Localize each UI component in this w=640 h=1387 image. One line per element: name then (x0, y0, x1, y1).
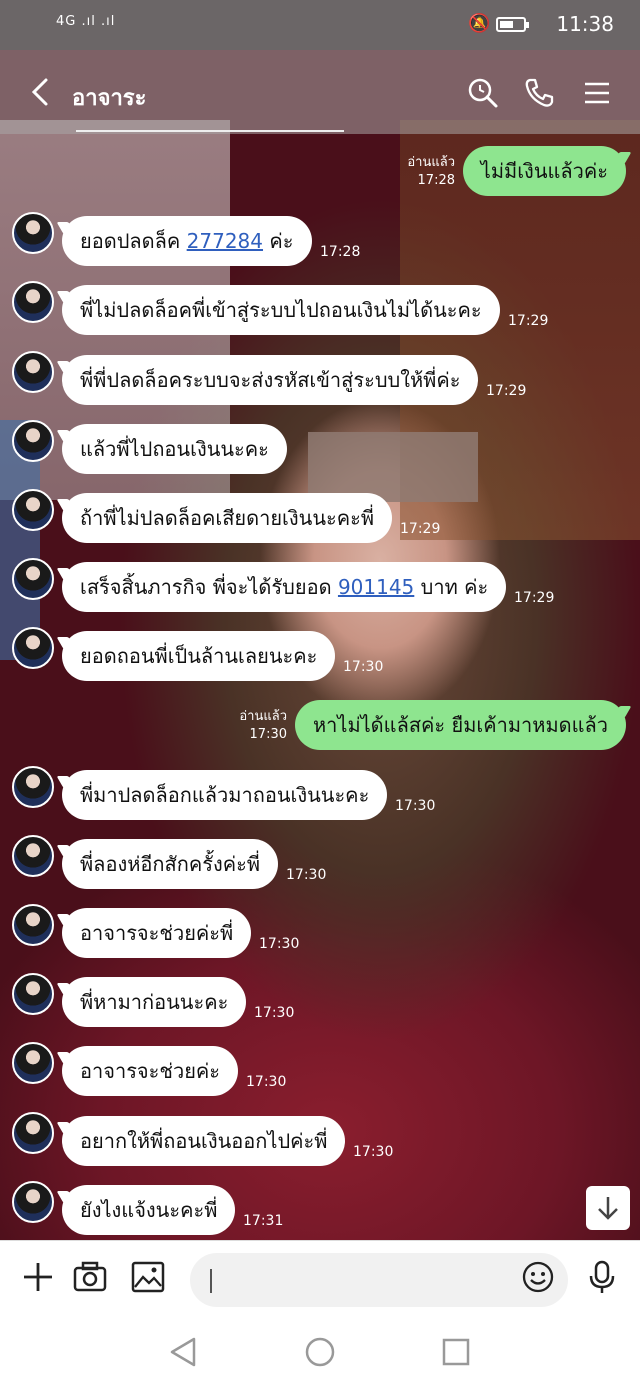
signal-indicator: 4G .ıl .ıl (56, 14, 116, 29)
message-link-number[interactable]: 277284 (187, 229, 263, 253)
avatar[interactable] (12, 973, 54, 1015)
message-input[interactable] (190, 1253, 568, 1307)
home-circle-icon[interactable] (302, 1334, 338, 1370)
avatar[interactable] (12, 766, 54, 808)
chat-header: อาจาระ (0, 50, 640, 134)
message-text: ยอดถอนพี่เป็นล้านเลยนะคะ (80, 644, 318, 668)
read-receipt: อ่านแล้ว (239, 709, 287, 724)
outgoing-message[interactable]: ไม่มีเงินแล้วค่ะ (462, 146, 626, 196)
message-time: 17:28 (417, 173, 455, 188)
message-text: อยากให้พี่ถอนเงินออกไปค่ะพี่ (80, 1129, 328, 1153)
message-text: ไม่มีเงินแล้วค่ะ (480, 159, 608, 183)
incoming-message[interactable]: อาจารจะช่วยค่ะพี่ (62, 908, 252, 958)
message-meta: อ่านแล้ว 17:28 (407, 154, 455, 190)
incoming-message[interactable]: พี่ไม่ปลดล็อคพี่เข้าสู่ระบบไปถอนเงินไม่ไ… (62, 285, 500, 335)
input-bar (0, 1240, 640, 1317)
message-time: 17:29 (514, 590, 555, 606)
incoming-message[interactable]: พี่พี่ปลดล็อคระบบจะส่งรหัสเข้าสู่ระบบให้… (62, 355, 479, 405)
message-text: พี่ไม่ปลดล็อคพี่เข้าสู่ระบบไปถอนเงินไม่ไ… (80, 298, 482, 322)
avatar[interactable] (12, 558, 54, 600)
recents-square-icon[interactable] (438, 1334, 474, 1370)
incoming-message[interactable]: พี่ลองห่อีกสักครั้งค่ะพี่ (62, 839, 279, 889)
mute-bell-icon: 🔕 (468, 13, 491, 34)
avatar[interactable] (12, 420, 54, 462)
message-text: หาไม่ได้แล้สค่ะ ยืมเค้ามาหมดแล้ว (312, 713, 608, 737)
incoming-message[interactable]: ยังไงแจ้งนะคะพี่ (62, 1185, 236, 1235)
message-text: อาจารจะช่วยค่ะ (80, 1059, 221, 1083)
avatar[interactable] (12, 281, 54, 323)
camera-icon[interactable] (72, 1259, 108, 1295)
message-text: พี่หามาก่อนนะคะ (80, 990, 229, 1014)
incoming-message[interactable]: พี่หามาก่อนนะคะ (62, 977, 247, 1027)
search-icon[interactable] (466, 76, 500, 110)
message-meta: อ่านแล้ว 17:30 (239, 708, 287, 744)
battery-icon (496, 17, 529, 32)
avatar[interactable] (12, 489, 54, 531)
message-text: บาท ค่ะ (414, 575, 489, 599)
message-time: 17:29 (508, 313, 549, 329)
message-link-number[interactable]: 901145 (338, 575, 414, 599)
avatar[interactable] (12, 627, 54, 669)
message-time: 17:30 (246, 1074, 287, 1090)
message-text: พี่พี่ปลดล็อคระบบจะส่งรหัสเข้าสู่ระบบให้… (80, 368, 461, 392)
incoming-message[interactable]: พี่มาปลดล็อกแล้วมาถอนเงินนะคะ (62, 770, 388, 820)
message-time: 17:30 (343, 659, 384, 675)
message-time: 17:30 (353, 1144, 394, 1160)
pixelated-area (308, 432, 478, 502)
read-receipt: อ่านแล้ว (407, 155, 455, 170)
phone-icon[interactable] (522, 76, 556, 110)
message-time: 17:31 (243, 1213, 284, 1229)
avatar[interactable] (12, 212, 54, 254)
message-text: ค่ะ (263, 229, 294, 253)
message-text: พี่มาปลดล็อกแล้วมาถอนเงินนะคะ (80, 783, 370, 807)
chat-title[interactable]: อาจาระ (72, 80, 146, 115)
message-time: 17:30 (259, 936, 300, 952)
message-time: 17:28 (320, 244, 361, 260)
message-time: 17:30 (395, 798, 436, 814)
message-time: 17:30 (286, 867, 327, 883)
menu-icon[interactable] (580, 76, 614, 110)
avatar[interactable] (12, 904, 54, 946)
scroll-down-button[interactable] (586, 1186, 630, 1230)
message-time: 17:29 (486, 383, 527, 399)
microphone-icon[interactable] (584, 1259, 620, 1295)
arrow-down-icon (598, 1197, 618, 1220)
message-time: 17:29 (400, 521, 441, 537)
incoming-message[interactable]: แล้วพี่ไปถอนเงินนะคะ (62, 424, 287, 474)
incoming-message[interactable]: ยอดปลดล็ค 277284 ค่ะ (62, 216, 312, 266)
back-icon[interactable] (28, 76, 54, 108)
clock: 11:38 (556, 12, 614, 36)
image-icon[interactable] (130, 1259, 166, 1295)
incoming-message[interactable]: อยากให้พี่ถอนเงินออกไปค่ะพี่ (62, 1116, 346, 1166)
header-divider (76, 130, 344, 132)
message-text: ยังไงแจ้งนะคะพี่ (80, 1198, 218, 1222)
back-triangle-icon[interactable] (166, 1334, 202, 1370)
emoji-icon[interactable] (520, 1259, 556, 1295)
status-bar: 4G .ıl .ıl 🔕 11:38 (0, 0, 640, 50)
plus-icon[interactable] (20, 1259, 56, 1295)
avatar[interactable] (12, 835, 54, 877)
message-time: 17:30 (254, 1005, 295, 1021)
message-text: ยอดปลดล็ค (80, 229, 187, 253)
message-text: พี่ลองห่อีกสักครั้งค่ะพี่ (80, 852, 261, 876)
avatar[interactable] (12, 1042, 54, 1084)
incoming-message[interactable]: ยอดถอนพี่เป็นล้านเลยนะคะ (62, 631, 336, 681)
message-text: ถ้าพี่ไม่ปลดล็อคเสียดายเงินนะคะพี่ (80, 506, 375, 530)
avatar[interactable] (12, 1181, 54, 1223)
text-caret (210, 1269, 212, 1293)
avatar[interactable] (12, 1112, 54, 1154)
message-text: แล้วพี่ไปถอนเงินนะคะ (80, 437, 269, 461)
incoming-message[interactable]: ถ้าพี่ไม่ปลดล็อคเสียดายเงินนะคะพี่ (62, 493, 393, 543)
system-nav-bar (0, 1316, 640, 1387)
outgoing-message[interactable]: หาไม่ได้แล้สค่ะ ยืมเค้ามาหมดแล้ว (294, 700, 626, 750)
message-text: เสร็จสิ้นภารกิจ พี่จะได้รับยอด (80, 575, 338, 599)
message-text: อาจารจะช่วยค่ะพี่ (80, 921, 234, 945)
incoming-message[interactable]: อาจารจะช่วยค่ะ (62, 1046, 239, 1096)
message-time: 17:30 (249, 727, 287, 742)
avatar[interactable] (12, 351, 54, 393)
incoming-message[interactable]: เสร็จสิ้นภารกิจ พี่จะได้รับยอด 901145 บา… (62, 562, 507, 612)
